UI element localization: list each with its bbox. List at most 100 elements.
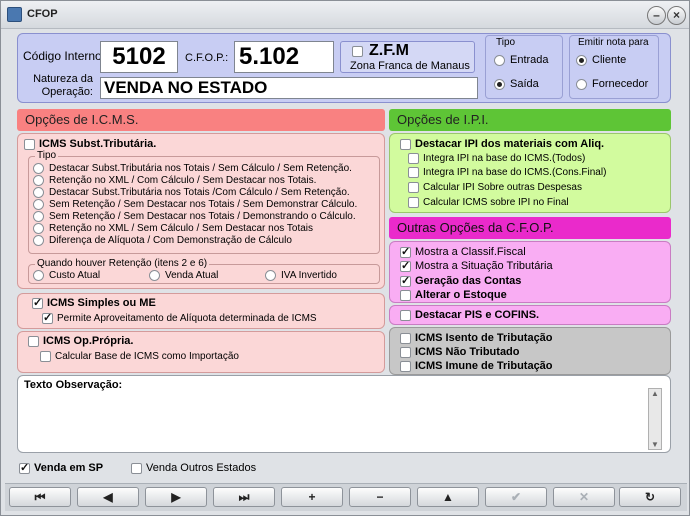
outras-item-4[interactable]: Alterar o Estoque: [400, 289, 507, 301]
tipo-option-3-label: Destacar Subst.Tributária nos Totais /Co…: [49, 187, 350, 198]
tipo-option-6-label: Retenção no XML / Sem Cálculo / Sem Dest…: [49, 223, 314, 234]
entrada-radio[interactable]: [494, 54, 505, 66]
isento-checkbox[interactable]: [400, 332, 411, 344]
situacao-checkbox[interactable]: [400, 259, 411, 272]
icms-tipo-option-4[interactable]: Sem Retenção / Sem Destacar nos Totais /…: [33, 199, 357, 210]
ipi-sub-3-label: Calcular IPI Sobre outras Despesas: [423, 182, 582, 193]
close-button[interactable]: ×: [667, 6, 686, 25]
icms-tipo-option-2[interactable]: Retenção no XML / Com Cálculo / Sem Dest…: [33, 175, 316, 186]
observacao-box[interactable]: Texto Observação: ▲ ▼: [17, 375, 671, 453]
edit-record-button[interactable]: ▲: [417, 487, 479, 507]
tipo-option-1-radio[interactable]: [33, 163, 44, 174]
imune-checkbox[interactable]: [400, 360, 411, 372]
pis-label: Destacar PIS e COFINS.: [415, 309, 540, 321]
icms-simples-row[interactable]: ICMS Simples ou ME: [32, 296, 156, 309]
tipo-option-6-radio[interactable]: [33, 223, 44, 234]
venda-outros-checkbox[interactable]: [131, 462, 142, 474]
next-record-button[interactable]: ▶: [145, 487, 207, 507]
icms-propria-checkbox[interactable]: [28, 335, 39, 347]
icms-tipo-option-1[interactable]: Destacar Subst.Tributária nos Totais / S…: [33, 163, 352, 174]
emitir-fornecedor[interactable]: Fornecedor: [576, 78, 648, 90]
ipi-main-checkbox[interactable]: [400, 138, 411, 150]
tipo-option-5-radio[interactable]: [33, 211, 44, 222]
tipo-option-4-radio[interactable]: [33, 199, 44, 210]
aliquota-checkbox[interactable]: [42, 311, 53, 324]
isento-item-2[interactable]: ICMS Não Tributado: [400, 346, 520, 358]
refresh-button[interactable]: ↻: [619, 487, 681, 507]
icms-simples-checkbox[interactable]: [32, 296, 43, 309]
importacao-row[interactable]: Calcular Base de ICMS como Importação: [40, 351, 239, 362]
ipi-sub-1-checkbox[interactable]: [408, 153, 419, 164]
minimize-button[interactable]: –: [647, 6, 666, 25]
scroll-up-icon[interactable]: ▲: [649, 389, 661, 398]
fornecedor-radio[interactable]: [576, 78, 587, 90]
tipo-saida[interactable]: Saída: [494, 78, 539, 90]
tipo-entrada[interactable]: Entrada: [494, 54, 549, 66]
previous-record-button[interactable]: ◀: [77, 487, 139, 507]
icms-subst-row[interactable]: ICMS Subst.Tributária.: [24, 138, 156, 150]
observacao-scrollbar[interactable]: ▲ ▼: [648, 388, 662, 450]
icms-subst-checkbox[interactable]: [24, 138, 35, 150]
retencao-custo[interactable]: Custo Atual: [33, 270, 100, 281]
natureza-field[interactable]: VENDA NO ESTADO: [100, 77, 478, 99]
icms-tipo-option-6[interactable]: Retenção no XML / Sem Cálculo / Sem Dest…: [33, 223, 313, 234]
nao-tributado-checkbox[interactable]: [400, 346, 411, 358]
icms-propria-label: ICMS Op.Própria.: [43, 335, 134, 347]
venda-sp-row[interactable]: Venda em SP: [19, 461, 103, 474]
tipo-option-2-radio[interactable]: [33, 175, 44, 186]
icms-tipo-option-3[interactable]: Destacar Subst.Tributária nos Totais /Co…: [33, 187, 350, 198]
ipi-sub-3[interactable]: Calcular IPI Sobre outras Despesas: [408, 182, 582, 193]
zfm-group[interactable]: Z.F.M Zona Franca de Manaus: [340, 41, 475, 73]
delete-record-button[interactable]: −: [349, 487, 411, 507]
entrada-label: Entrada: [510, 54, 549, 66]
outras-item-1[interactable]: Mostra a Classif.Fiscal: [400, 245, 526, 258]
importacao-checkbox[interactable]: [40, 351, 51, 362]
ipi-sub-2-checkbox[interactable]: [408, 167, 419, 178]
isento-item-1[interactable]: ICMS Isento de Tributação: [400, 332, 553, 344]
retencao-group: Quando houver Retenção (itens 2 e 6) Cus…: [28, 258, 380, 284]
icms-tipo-option-7[interactable]: Diferença de Alíquota / Com Demonstração…: [33, 235, 292, 246]
ipi-sub-3-checkbox[interactable]: [408, 182, 419, 193]
outras-item-3[interactable]: Geração das Contas: [400, 274, 522, 287]
tipo-option-3-radio[interactable]: [33, 187, 44, 198]
nao-tributado-label: ICMS Não Tributado: [415, 346, 520, 358]
custo-radio[interactable]: [33, 270, 44, 281]
tipo-option-7-radio[interactable]: [33, 235, 44, 246]
first-record-button[interactable]: ⏮: [9, 487, 71, 507]
classif-checkbox[interactable]: [400, 245, 411, 258]
ipi-sub-4[interactable]: Calcular ICMS sobre IPI no Final: [408, 197, 569, 208]
icms-tipo-option-5[interactable]: Sem Retenção / Sem Destacar nos Totais /…: [33, 211, 356, 222]
observacao-textarea[interactable]: [24, 394, 644, 450]
saida-radio[interactable]: [494, 78, 505, 90]
venda-sp-checkbox[interactable]: [19, 461, 30, 474]
cfop-field[interactable]: 5.102: [234, 41, 334, 73]
iva-radio[interactable]: [265, 270, 276, 281]
pis-checkbox[interactable]: [400, 309, 411, 321]
cliente-radio[interactable]: [576, 54, 587, 66]
confirm-button[interactable]: ✔: [485, 487, 547, 507]
retencao-venda[interactable]: Venda Atual: [149, 270, 218, 281]
outras-item-2[interactable]: Mostra a Situação Tributária: [400, 259, 553, 272]
contas-label: Geração das Contas: [415, 275, 522, 287]
scroll-down-icon[interactable]: ▼: [649, 440, 661, 449]
ipi-sub-4-checkbox[interactable]: [408, 197, 419, 208]
add-record-button[interactable]: +: [281, 487, 343, 507]
isento-item-3[interactable]: ICMS Imune de Tributação: [400, 360, 553, 372]
ipi-sub-2[interactable]: Integra IPI na base do ICMS.(Cons.Final): [408, 167, 606, 178]
pis-row[interactable]: Destacar PIS e COFINS.: [400, 309, 539, 321]
icms-simples-label: ICMS Simples ou ME: [47, 297, 156, 309]
venda-radio[interactable]: [149, 270, 160, 281]
icms-propria-row[interactable]: ICMS Op.Própria.: [28, 335, 133, 347]
zfm-checkbox[interactable]: [352, 45, 363, 57]
emitir-cliente[interactable]: Cliente: [576, 54, 626, 66]
aliquota-row[interactable]: Permite Aproveitamento de Alíquota deter…: [42, 311, 317, 324]
last-record-button[interactable]: ⏭: [213, 487, 275, 507]
contas-checkbox[interactable]: [400, 274, 411, 287]
venda-outros-row[interactable]: Venda Outros Estados: [131, 462, 256, 474]
estoque-checkbox[interactable]: [400, 289, 411, 301]
retencao-iva[interactable]: IVA Invertido: [265, 270, 337, 281]
codigo-field[interactable]: 5102: [100, 41, 178, 73]
ipi-sub-1[interactable]: Integra IPI na base do ICMS.(Todos): [408, 153, 585, 164]
ipi-main-row[interactable]: Destacar IPI dos materiais com Aliq.: [400, 138, 604, 150]
cancel-button[interactable]: ✕: [553, 487, 615, 507]
